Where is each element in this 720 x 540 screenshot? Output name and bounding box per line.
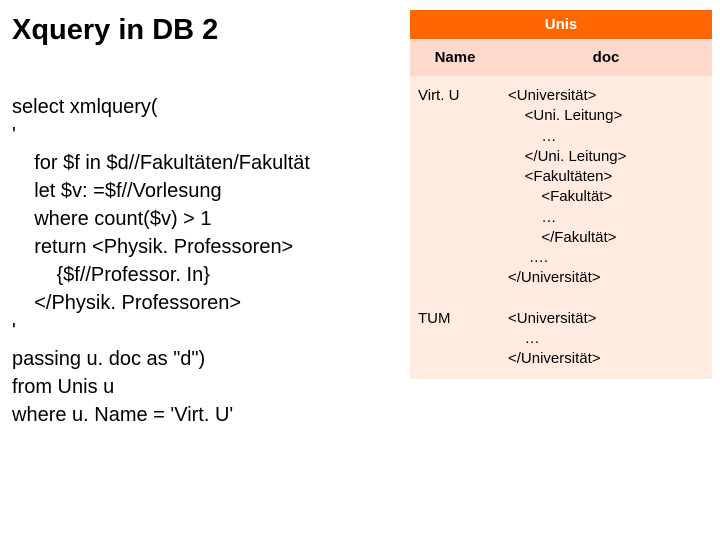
left-column: Xquery in DB 2 select xmlquery( ' for $f… xyxy=(12,10,410,520)
table-title-row: Unis xyxy=(410,10,712,39)
code-line: from Unis u xyxy=(12,376,114,398)
cell-name: TUM xyxy=(410,299,500,380)
slide-title: Xquery in DB 2 xyxy=(12,14,402,47)
table-row: TUM <Universität> … </Universität> xyxy=(410,299,712,380)
table-title: Unis xyxy=(410,10,712,39)
code-block: select xmlquery( ' for $f in $d//Fakultä… xyxy=(12,65,402,429)
right-column: Unis Name doc Virt. U <Universität> <Uni… xyxy=(410,10,712,520)
code-line: select xmlquery( xyxy=(12,96,158,118)
unis-table: Unis Name doc Virt. U <Universität> <Uni… xyxy=(410,10,712,379)
code-line: passing u. doc as "d") xyxy=(12,348,205,370)
code-line: where u. Name = 'Virt. U' xyxy=(12,404,233,426)
code-line: ' xyxy=(12,320,16,342)
code-line: where count($v) > 1 xyxy=(12,208,212,230)
code-line: return <Physik. Professoren> xyxy=(12,236,293,258)
slide-root: Xquery in DB 2 select xmlquery( ' for $f… xyxy=(0,0,720,540)
cell-doc: <Universität> <Uni. Leitung> … </Uni. Le… xyxy=(500,76,712,299)
cell-name: Virt. U xyxy=(410,76,500,299)
code-line: for $f in $d//Fakultäten/Fakultät xyxy=(12,152,310,174)
code-line: ' xyxy=(12,124,16,146)
col-header-doc: doc xyxy=(500,39,712,76)
code-line: </Physik. Professoren> xyxy=(12,292,241,314)
col-header-name: Name xyxy=(410,39,500,76)
cell-doc: <Universität> … </Universität> xyxy=(500,299,712,380)
code-line: let $v: =$f//Vorlesung xyxy=(12,180,222,202)
code-line: {$f//Professor. In} xyxy=(12,264,210,286)
table-header-row: Name doc xyxy=(410,39,712,76)
table-row: Virt. U <Universität> <Uni. Leitung> … <… xyxy=(410,76,712,299)
